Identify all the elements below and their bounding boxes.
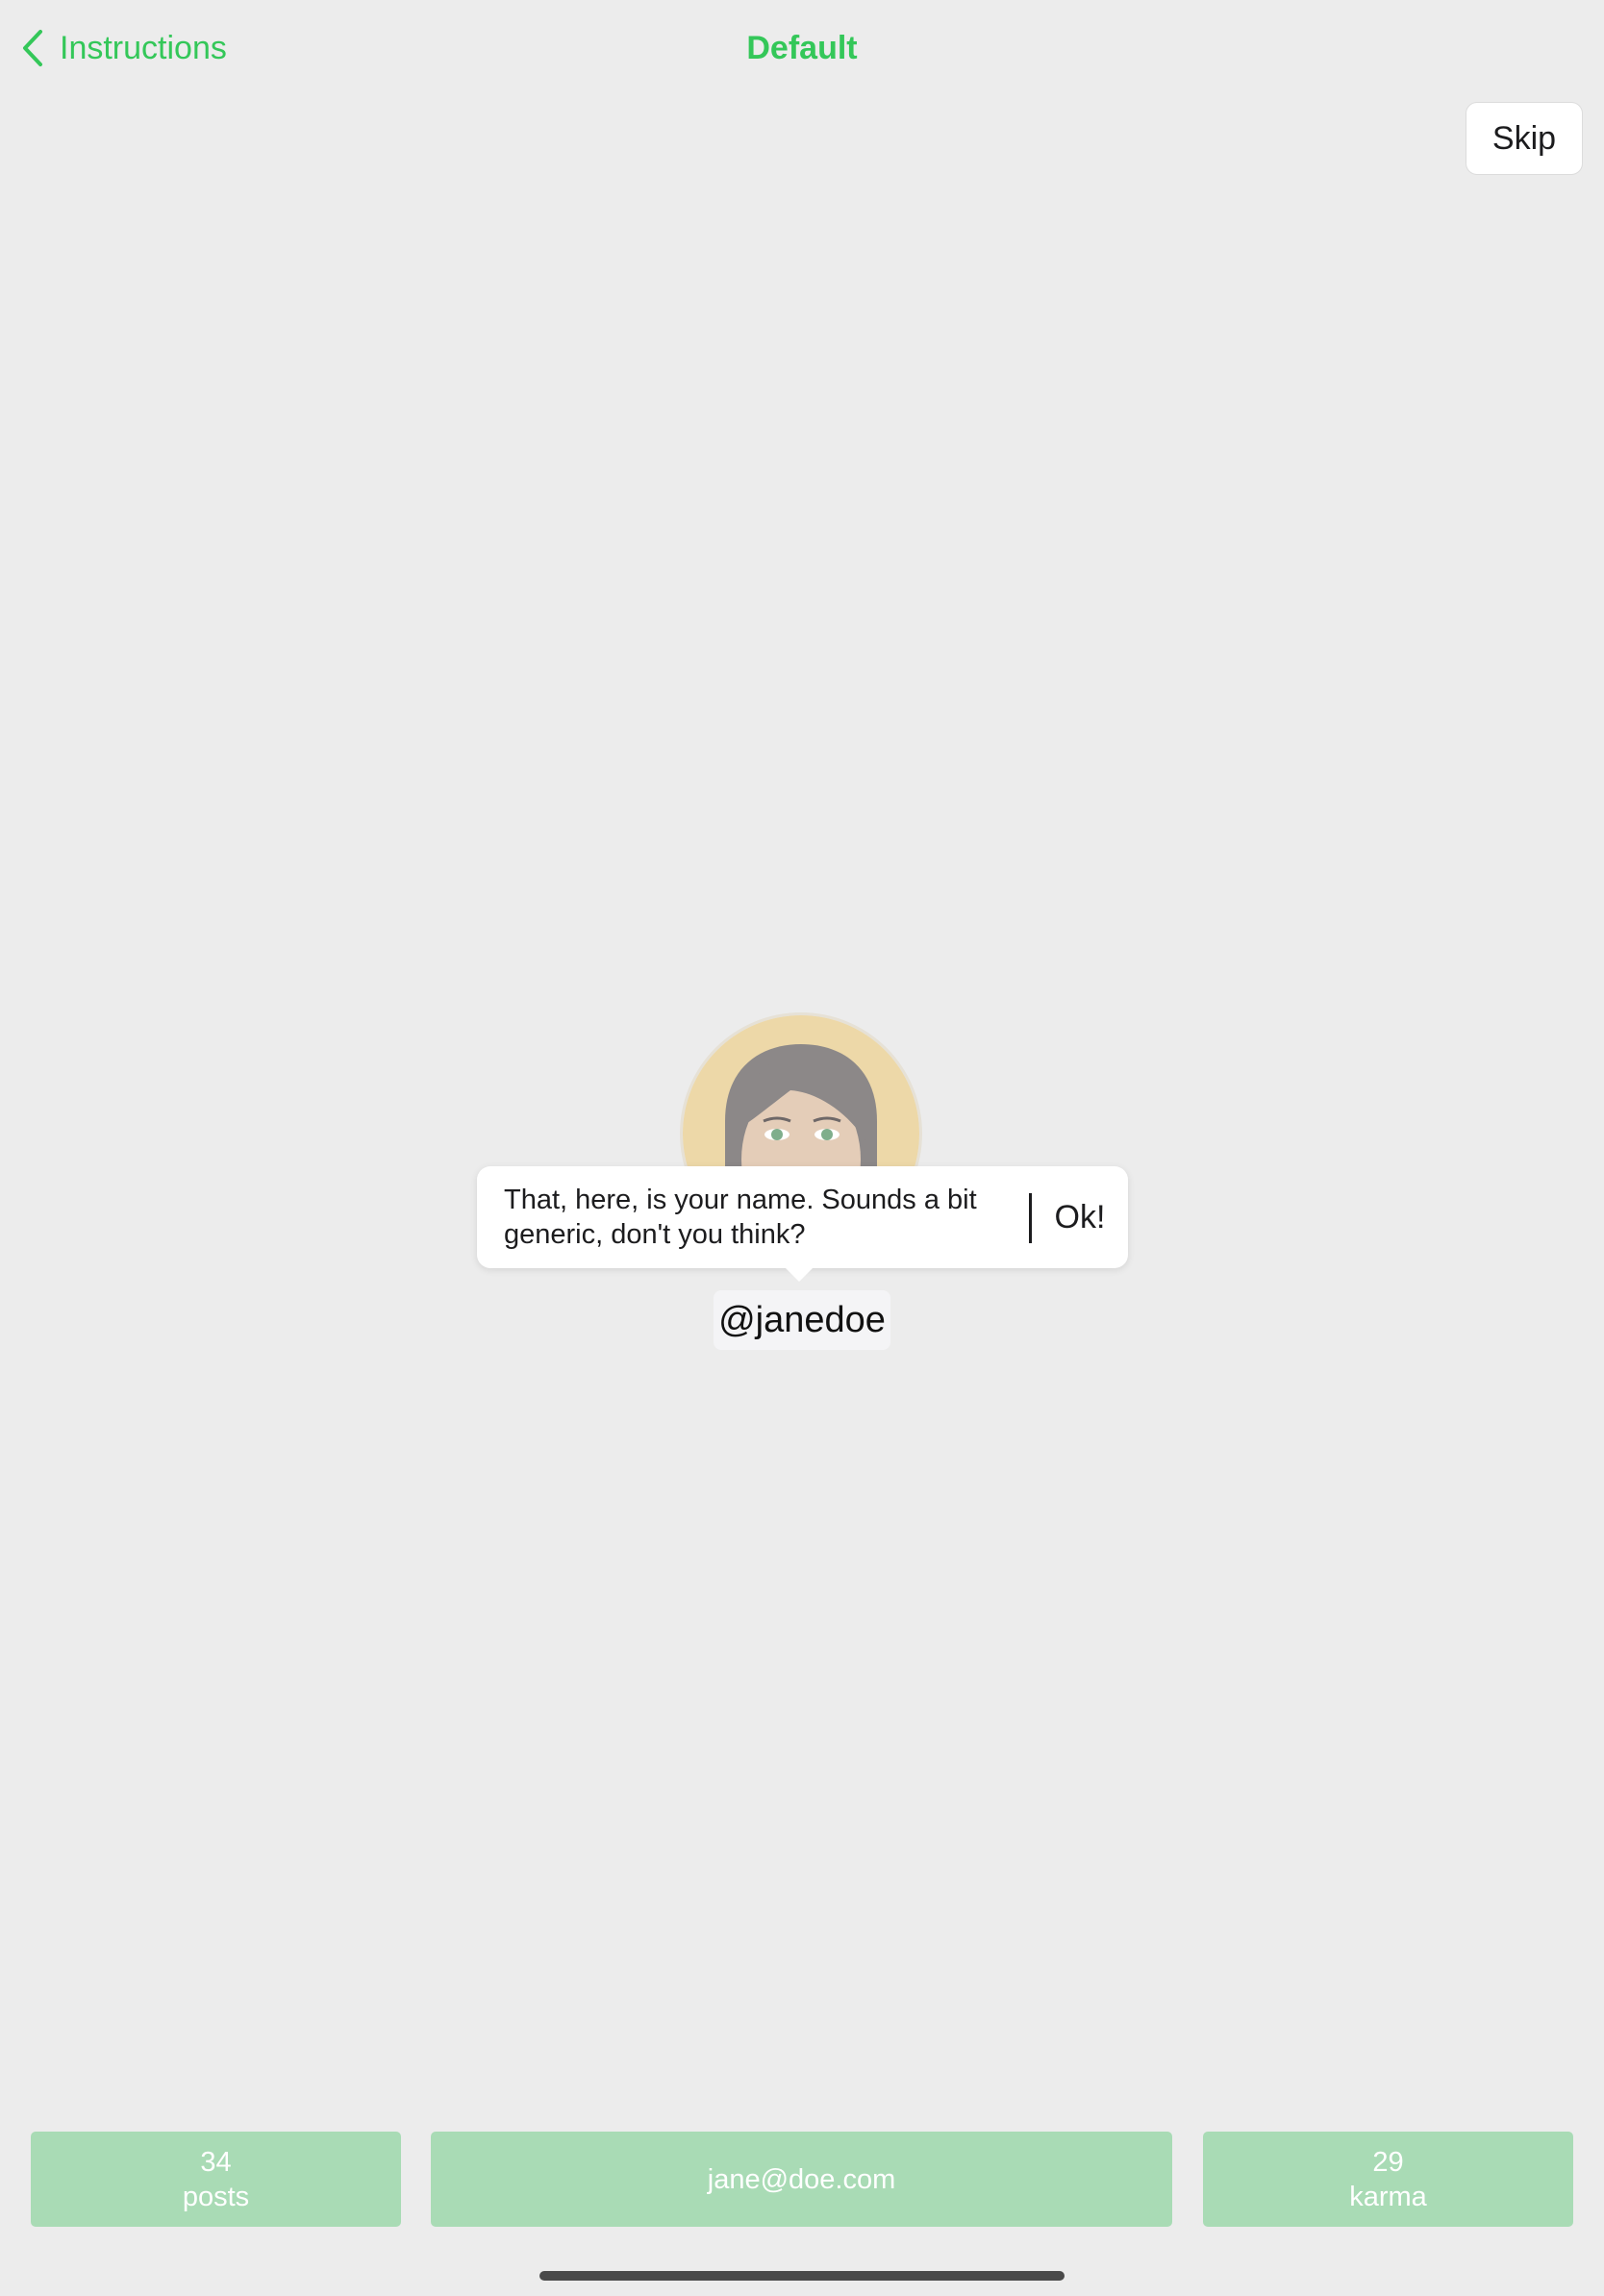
onboarding-tooltip: That, here, is your name. Sounds a bit g… [477,1166,1128,1282]
tooltip-ok-button[interactable]: Ok! [1046,1166,1114,1268]
email-button[interactable]: jane@doe.com [431,2132,1172,2227]
email-value: jane@doe.com [707,2163,896,2195]
skip-button[interactable]: Skip [1466,102,1583,175]
username-label: @janedoe [714,1290,890,1350]
posts-count: 34 [200,2146,232,2178]
home-indicator[interactable] [539,2271,1065,2281]
tooltip-arrow [786,1268,813,1282]
page-title: Default [746,30,858,66]
karma-count: 29 [1372,2146,1404,2178]
tooltip-divider [1029,1193,1032,1243]
tooltip-message: That, here, is your name. Sounds a bit g… [504,1185,977,1250]
karma-label: karma [1349,2181,1427,2212]
posts-stat-button[interactable]: 34 posts [31,2132,401,2227]
karma-stat-button[interactable]: 29 karma [1203,2132,1573,2227]
posts-label: posts [182,2181,250,2212]
